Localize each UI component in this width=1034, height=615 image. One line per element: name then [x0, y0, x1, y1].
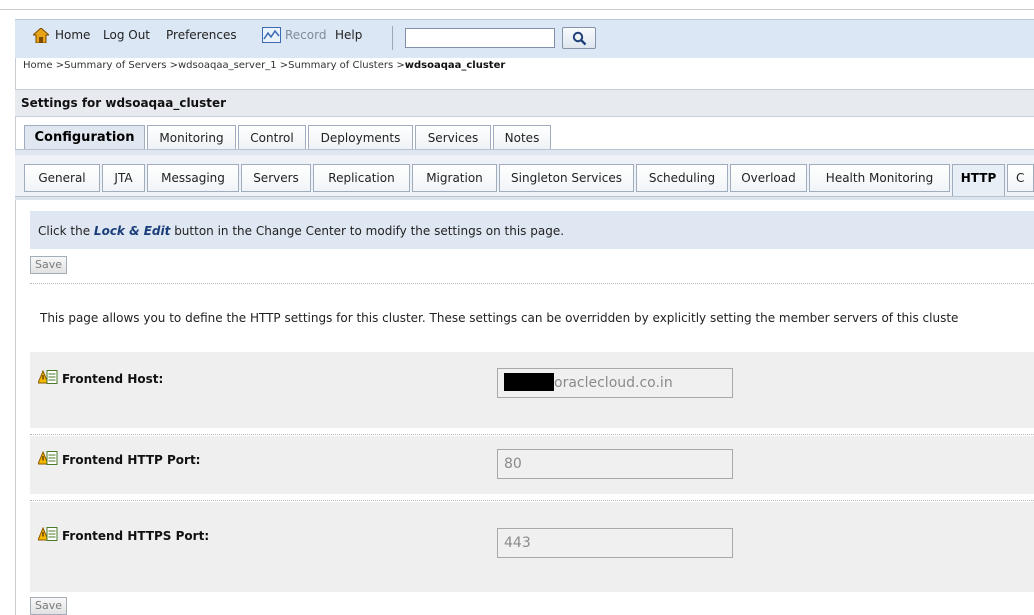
preferences-link[interactable]: Preferences — [166, 28, 237, 42]
field-info-icon — [38, 370, 58, 384]
frontend-https-port-label-text: Frontend HTTPS Port: — [62, 529, 210, 543]
global-toolbar: Home Log Out Preferences Record Help — [15, 19, 1034, 58]
logout-link[interactable]: Log Out — [103, 28, 150, 42]
record-icon[interactable] — [262, 27, 281, 43]
frontend-host-label: Frontend Host: — [38, 370, 163, 386]
divider — [30, 500, 1034, 501]
frontend-http-port-row: Frontend HTTP Port: 80 — [30, 436, 1034, 494]
breadcrumb-summary-servers[interactable]: Summary of Servers > — [64, 60, 178, 71]
frontend-host-label-text: Frontend Host: — [62, 372, 164, 386]
subtab-migration[interactable]: Migration — [412, 164, 497, 192]
main-tab-bar: Configuration Monitoring Control Deploym… — [15, 117, 1034, 158]
search-icon — [572, 31, 587, 46]
frontend-host-row: Frontend Host: oraclecloud.co.in — [30, 352, 1034, 428]
field-info-icon — [38, 527, 58, 541]
subtab-overload[interactable]: Overload — [730, 164, 807, 192]
breadcrumb-current: wdsoaqaa_cluster — [404, 60, 506, 71]
subtab-messaging[interactable]: Messaging — [147, 164, 239, 192]
tab-control[interactable]: Control — [238, 125, 306, 151]
search-input[interactable] — [405, 28, 555, 48]
tab-services[interactable]: Services — [415, 125, 491, 151]
redaction-block — [504, 373, 554, 391]
toolbar-separator — [392, 26, 393, 50]
page-title: Settings for wdsoaqaa_cluster — [21, 96, 227, 110]
home-link[interactable]: Home — [55, 28, 90, 42]
breadcrumb-server[interactable]: wdsoaqaa_server_1 > — [178, 60, 288, 71]
lock-msg-suffix: button in the Change Center to modify th… — [170, 224, 565, 238]
subtab-http[interactable]: HTTP — [952, 164, 1005, 197]
page-description: This page allows you to define the HTTP … — [40, 311, 959, 325]
subtab-clipped[interactable]: C — [1007, 164, 1034, 192]
tab-deployments[interactable]: Deployments — [308, 125, 413, 151]
tab-monitoring[interactable]: Monitoring — [147, 125, 236, 151]
subtab-replication[interactable]: Replication — [313, 164, 410, 192]
lock-edit-text: Click the Lock & Edit button in the Chan… — [38, 224, 564, 238]
home-icon[interactable] — [33, 28, 49, 43]
frontend-http-port-label: Frontend HTTP Port: — [38, 451, 200, 467]
field-info-icon — [38, 451, 58, 465]
lock-edit-message: Click the Lock & Edit button in the Chan… — [30, 211, 1034, 249]
save-button-bottom[interactable]: Save — [30, 597, 68, 615]
breadcrumb: Home >Summary of Servers >wdsoaqaa_serve… — [23, 60, 505, 71]
breadcrumb-summary-clusters[interactable]: Summary of Clusters > — [288, 60, 405, 71]
subtab-scheduling[interactable]: Scheduling — [636, 164, 728, 192]
subtab-health-monitoring[interactable]: Health Monitoring — [809, 164, 950, 192]
save-button-top[interactable]: Save — [30, 256, 68, 274]
help-link[interactable]: Help — [335, 28, 362, 42]
search-button[interactable] — [562, 27, 596, 49]
breadcrumb-home[interactable]: Home > — [23, 60, 64, 71]
subtab-general[interactable]: General — [24, 164, 100, 192]
tab-notes[interactable]: Notes — [493, 125, 551, 151]
subtab-jta[interactable]: JTA — [102, 164, 145, 192]
sub-tab-underline — [15, 196, 1034, 200]
record-link[interactable]: Record — [285, 28, 326, 42]
settings-header: Settings for wdsoaqaa_cluster — [15, 89, 1034, 117]
divider — [30, 434, 1034, 435]
frontend-http-port-input[interactable]: 80 — [497, 449, 733, 479]
subtab-servers[interactable]: Servers — [241, 164, 311, 192]
lock-edit-emphasis: Lock & Edit — [93, 224, 171, 238]
frontend-https-port-label: Frontend HTTPS Port: — [38, 527, 209, 543]
sub-tab-bar: General JTA Messaging Servers Replicatio… — [15, 155, 1034, 197]
lock-msg-prefix: Click the — [38, 224, 94, 238]
divider — [30, 283, 1034, 284]
frontend-host-value: oraclecloud.co.in — [554, 375, 673, 391]
frontend-https-port-input[interactable]: 443 — [497, 528, 733, 558]
frontend-http-port-label-text: Frontend HTTP Port: — [62, 453, 201, 467]
frontend-https-port-row: Frontend HTTPS Port: 443 — [30, 502, 1034, 592]
top-border — [0, 9, 1034, 10]
frontend-host-input[interactable]: oraclecloud.co.in — [497, 368, 733, 398]
subtab-singleton-services[interactable]: Singleton Services — [499, 164, 634, 192]
